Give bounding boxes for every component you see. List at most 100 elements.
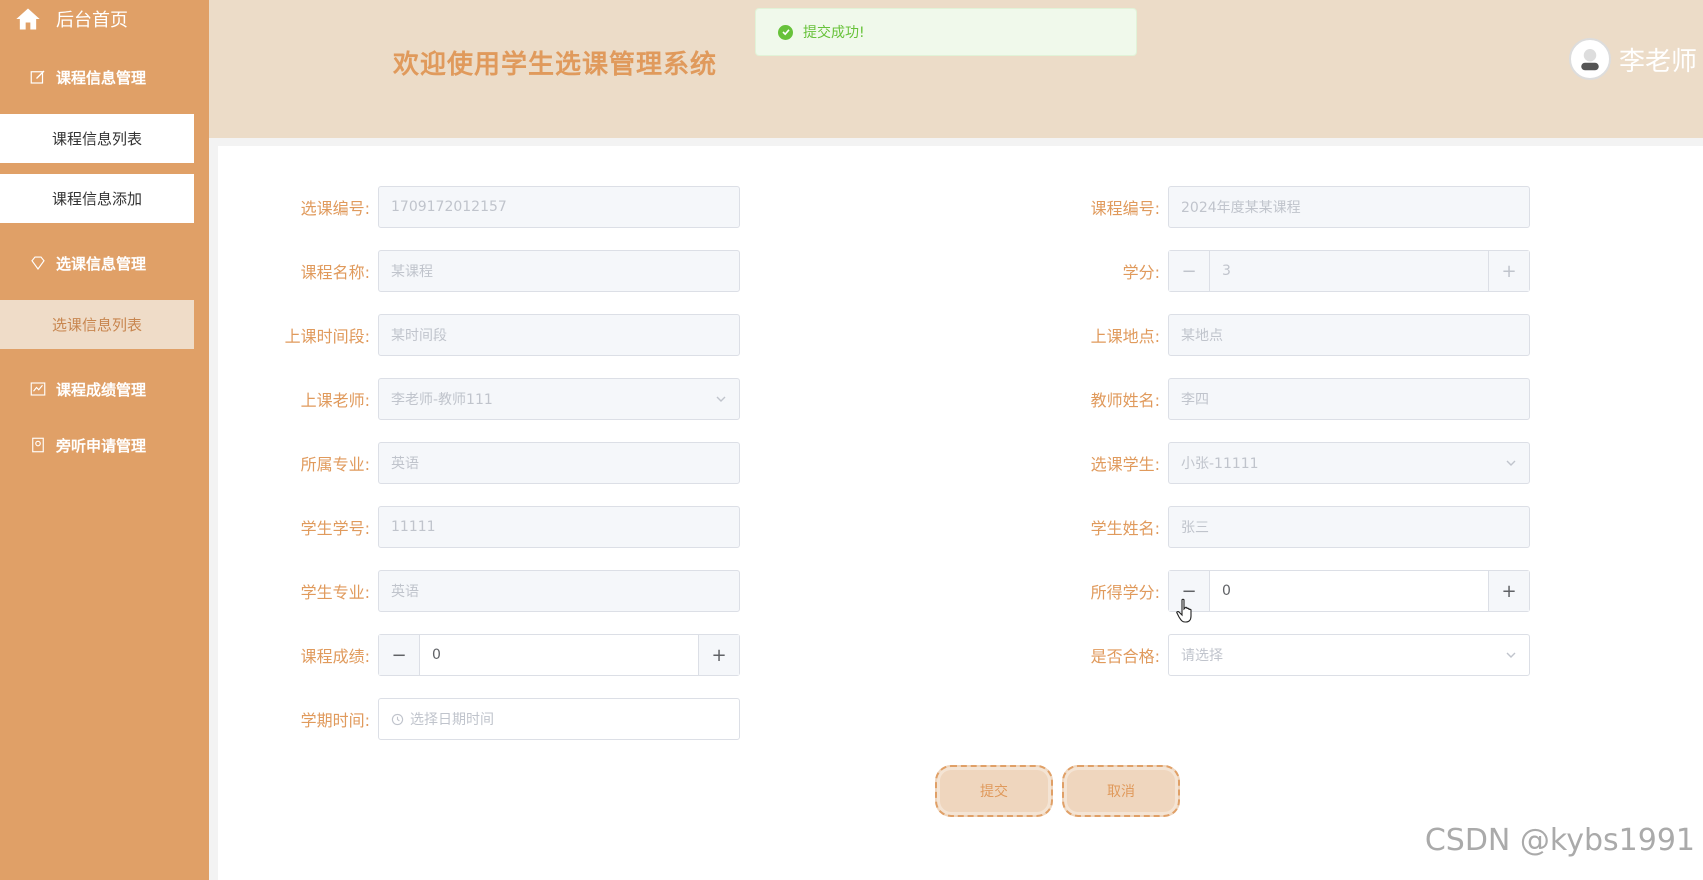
- field-semester-time: 学期时间: 选择日期时间: [218, 698, 740, 740]
- menu-label: 选课信息管理: [56, 254, 147, 273]
- sidebar-item-selection-list[interactable]: 选课信息列表: [0, 300, 194, 349]
- field-label: 上课地点:: [1090, 327, 1160, 346]
- field-label: 选课学生:: [1090, 455, 1160, 474]
- field-label: 学生姓名:: [1090, 519, 1160, 538]
- major-input[interactable]: 英语: [378, 442, 740, 484]
- teacher-select[interactable]: 李老师-教师111: [378, 378, 740, 420]
- time-slot-input[interactable]: 某时间段: [378, 314, 740, 356]
- sidebar: 后台首页 课程信息管理 课程信息列表 课程信息添加 选课信息管理 选课信息列表 …: [0, 0, 209, 880]
- location-input[interactable]: 某地点: [1168, 314, 1530, 356]
- hand-cursor-icon: [1176, 598, 1192, 623]
- toast-message: 提交成功!: [803, 25, 865, 41]
- select-placeholder: 请选择: [1181, 648, 1223, 664]
- user-icon: [1581, 49, 1599, 71]
- select-value: 小张-11111: [1181, 456, 1259, 472]
- course-id-input[interactable]: 2024年度某某课程: [1168, 186, 1530, 228]
- student-id-input[interactable]: 11111: [378, 506, 740, 548]
- field-teacher: 上课老师: 李老师-教师111: [218, 378, 740, 420]
- stepper-value[interactable]: 0: [1210, 583, 1488, 599]
- course-score-stepper[interactable]: − 0 +: [378, 634, 740, 676]
- watermark: CSDN @kybs1991: [1424, 823, 1695, 858]
- stepper-value[interactable]: 3: [1210, 263, 1488, 279]
- field-label: 上课时间段:: [284, 327, 370, 346]
- menu-label: 课程成绩管理: [56, 380, 147, 399]
- sidebar-item-course-list[interactable]: 课程信息列表: [0, 114, 194, 163]
- home-icon: [16, 8, 40, 30]
- field-course-score: 课程成绩: − 0 +: [218, 634, 740, 676]
- field-credit: 学分: − 3 +: [1008, 250, 1530, 292]
- field-label: 教师姓名:: [1090, 391, 1160, 410]
- field-time-slot: 上课时间段: 某时间段: [218, 314, 740, 356]
- course-name-input[interactable]: 某课程: [378, 250, 740, 292]
- home-link[interactable]: 后台首页: [14, 0, 128, 38]
- credit-stepper[interactable]: − 3 +: [1168, 250, 1530, 292]
- field-selected-student: 选课学生: 小张-11111: [1008, 442, 1530, 484]
- success-toast: 提交成功!: [755, 8, 1137, 56]
- sub-item-label: 课程信息列表: [51, 130, 142, 148]
- edit-icon: [28, 67, 48, 87]
- menu-label: 课程信息管理: [56, 68, 147, 87]
- field-label: 学分:: [1122, 263, 1160, 282]
- earned-credit-stepper[interactable]: − 0 +: [1168, 570, 1530, 612]
- field-label: 所得学分:: [1090, 583, 1160, 602]
- menu-grade[interactable]: 课程成绩管理: [0, 362, 209, 416]
- menu-selection-info[interactable]: 选课信息管理: [0, 236, 209, 290]
- field-student-major: 学生专业: 英语: [218, 570, 740, 612]
- field-label: 学期时间:: [300, 711, 370, 730]
- chart-icon: [28, 379, 48, 399]
- page-title: 欢迎使用学生选课管理系统: [393, 50, 718, 80]
- sub-item-label: 课程信息添加: [51, 190, 142, 208]
- clock-icon: [391, 713, 404, 725]
- field-course-id: 课程编号: 2024年度某某课程: [1008, 186, 1530, 228]
- sidebar-item-course-add[interactable]: 课程信息添加: [0, 174, 194, 223]
- field-label: 课程编号:: [1090, 199, 1160, 218]
- user-menu[interactable]: 李老师: [1568, 38, 1697, 80]
- student-select[interactable]: 小张-11111: [1168, 442, 1530, 484]
- menu-audit[interactable]: 旁听申请管理: [0, 418, 209, 472]
- stepper-value[interactable]: 0: [420, 647, 698, 663]
- select-value: 李老师-教师111: [391, 392, 493, 408]
- user-name: 李老师: [1618, 46, 1697, 77]
- decrement-button[interactable]: −: [1169, 251, 1210, 291]
- chevron-down-icon: [1506, 652, 1516, 658]
- diamond-icon: [28, 253, 48, 273]
- sub-item-label: 选课信息列表: [51, 316, 142, 334]
- field-student-id: 学生学号: 11111: [218, 506, 740, 548]
- menu-label: 旁听申请管理: [56, 436, 147, 455]
- field-student-name: 学生姓名: 张三: [1008, 506, 1530, 548]
- passed-select[interactable]: 请选择: [1168, 634, 1530, 676]
- field-label: 课程成绩:: [300, 647, 370, 666]
- field-passed: 是否合格: 请选择: [1008, 634, 1530, 676]
- field-label: 学生学号:: [300, 519, 370, 538]
- field-label: 是否合格:: [1090, 647, 1160, 666]
- field-label: 上课老师:: [300, 391, 370, 410]
- teacher-name-input[interactable]: 李四: [1168, 378, 1530, 420]
- menu-course-info[interactable]: 课程信息管理: [0, 50, 209, 104]
- field-label: 所属专业:: [300, 455, 370, 474]
- increment-button[interactable]: +: [1488, 251, 1529, 291]
- home-label: 后台首页: [56, 10, 128, 31]
- field-teacher-name: 教师姓名: 李四: [1008, 378, 1530, 420]
- field-label: 学生专业:: [300, 583, 370, 602]
- field-selection-id: 选课编号: 1709172012157: [218, 186, 740, 228]
- badge-icon: [28, 435, 48, 455]
- field-label: 选课编号:: [300, 199, 370, 218]
- decrement-button[interactable]: −: [379, 635, 420, 675]
- chevron-down-icon: [1506, 460, 1516, 466]
- field-location: 上课地点: 某地点: [1008, 314, 1530, 356]
- field-course-name: 课程名称: 某课程: [218, 250, 740, 292]
- student-name-input[interactable]: 张三: [1168, 506, 1530, 548]
- field-label: 课程名称:: [300, 263, 370, 282]
- field-earned-credit: 所得学分: − 0 +: [1008, 570, 1530, 612]
- semester-date-picker[interactable]: 选择日期时间: [378, 698, 740, 740]
- student-major-input[interactable]: 英语: [378, 570, 740, 612]
- increment-button[interactable]: +: [1488, 571, 1529, 611]
- submit-button[interactable]: 提交: [935, 765, 1053, 817]
- cancel-button[interactable]: 取消: [1062, 765, 1180, 817]
- field-major: 所属专业: 英语: [218, 442, 740, 484]
- date-placeholder: 选择日期时间: [410, 712, 494, 728]
- selection-id-input[interactable]: 1709172012157: [378, 186, 740, 228]
- avatar: [1568, 38, 1611, 80]
- increment-button[interactable]: +: [698, 635, 739, 675]
- check-circle-icon: [778, 24, 793, 40]
